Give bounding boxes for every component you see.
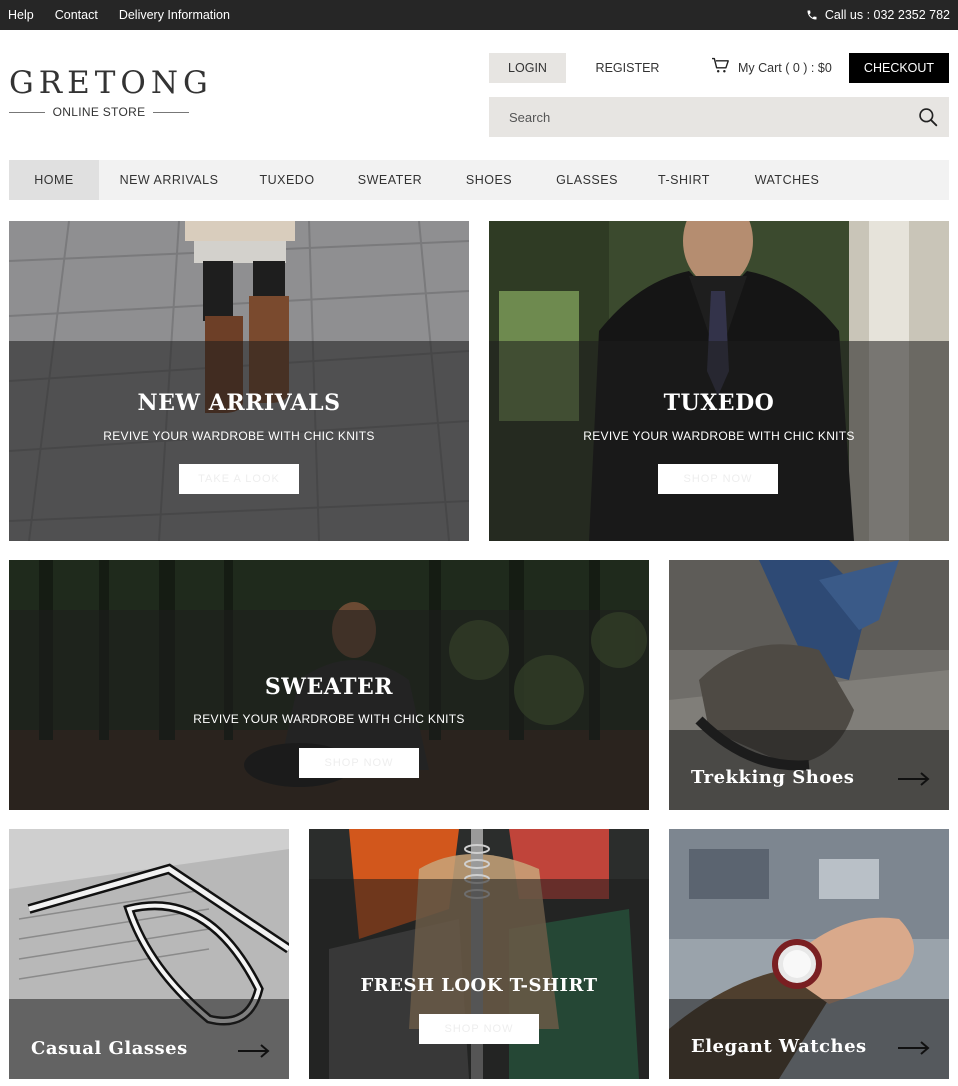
banner-trekking-shoes[interactable]: Trekking Shoes [669, 560, 949, 810]
search-icon[interactable] [918, 107, 938, 127]
main-nav: HOME NEW ARRIVALS TUXEDO SWEATER SHOES G… [9, 160, 949, 200]
login-button[interactable]: LOGIN [489, 53, 566, 83]
new-arrivals-title: NEW ARRIVALS [137, 390, 341, 416]
banner-elegant-watches[interactable]: Elegant Watches [669, 829, 949, 1079]
banner-new-arrivals[interactable]: NEW ARRIVALS REVIVE YOUR WARDROBE WITH C… [9, 221, 469, 541]
arrow-right-icon[interactable] [238, 1044, 270, 1058]
logo-subtitle: ONLINE STORE [9, 105, 190, 119]
checkout-button[interactable]: CHECKOUT [849, 53, 949, 83]
register-button[interactable]: REGISTER [584, 53, 671, 83]
tuxedo-shop-now-button[interactable]: SHOP NOW [658, 464, 778, 494]
logo-subtitle-text: ONLINE STORE [52, 105, 146, 119]
tuxedo-subtitle: REVIVE YOUR WARDROBE WITH CHIC KNITS [583, 429, 855, 443]
banner-fresh-look-t-shirt[interactable]: FRESH LOOK T-SHIRT SHOP NOW [309, 829, 649, 1079]
contact-link[interactable]: Contact [55, 8, 98, 22]
cart-icon [712, 57, 729, 73]
nav-item-watches[interactable]: WATCHES [743, 160, 831, 200]
logo-divider-left [9, 111, 45, 113]
help-link[interactable]: Help [8, 8, 34, 22]
search-input[interactable] [489, 97, 909, 137]
logo-divider-right [153, 111, 190, 113]
nav-item-home[interactable]: HOME [9, 160, 99, 200]
arrow-right-icon[interactable] [898, 772, 930, 786]
delivery-information-link[interactable]: Delivery Information [119, 8, 230, 22]
sweater-overlay [9, 610, 649, 810]
banner-sweater[interactable]: SWEATER REVIVE YOUR WARDROBE WITH CHIC K… [9, 560, 649, 810]
tuxedo-title: TUXEDO [663, 390, 775, 416]
t-shirt-shop-now-button[interactable]: SHOP NOW [419, 1014, 539, 1044]
top-bar: Help Contact Delivery Information Call u… [0, 0, 958, 30]
call-us: Call us : 032 2352 782 [806, 0, 950, 30]
logo-name: GRETONG [9, 65, 213, 101]
nav-item-new-arrivals[interactable]: NEW ARRIVALS [109, 160, 229, 200]
top-links: Help Contact Delivery Information [8, 0, 230, 30]
nav-item-shoes[interactable]: SHOES [455, 160, 523, 200]
banner-casual-glasses[interactable]: Casual Glasses [9, 829, 289, 1079]
casual-glasses-title: Casual Glasses [31, 1038, 188, 1059]
logo[interactable]: GRETONG ONLINE STORE [9, 65, 213, 125]
nav-item-tuxedo[interactable]: TUXEDO [247, 160, 327, 200]
call-us-text: Call us : 032 2352 782 [824, 8, 950, 22]
nav-item-glasses[interactable]: GLASSES [545, 160, 629, 200]
t-shirt-title: FRESH LOOK T-SHIRT [360, 975, 598, 996]
nav-item-t-shirt[interactable]: T-SHIRT [647, 160, 721, 200]
sweater-title: SWEATER [264, 674, 394, 700]
cart-summary: My Cart ( 0 ) : $0 [738, 61, 832, 75]
phone-icon [807, 10, 817, 20]
nav-item-sweater[interactable]: SWEATER [345, 160, 435, 200]
arrow-right-icon[interactable] [898, 1041, 930, 1055]
elegant-watches-title: Elegant Watches [691, 1036, 867, 1057]
my-cart[interactable]: My Cart ( 0 ) : $0 [711, 53, 832, 83]
new-arrivals-subtitle: REVIVE YOUR WARDROBE WITH CHIC KNITS [103, 429, 375, 443]
sweater-subtitle: REVIVE YOUR WARDROBE WITH CHIC KNITS [193, 712, 465, 726]
sweater-shop-now-button[interactable]: SHOP NOW [299, 748, 419, 778]
search-bar [489, 97, 949, 137]
banner-tuxedo[interactable]: TUXEDO REVIVE YOUR WARDROBE WITH CHIC KN… [489, 221, 949, 541]
take-a-look-button[interactable]: TAKE A LOOK [179, 464, 299, 494]
trekking-shoes-title: Trekking Shoes [691, 767, 855, 788]
